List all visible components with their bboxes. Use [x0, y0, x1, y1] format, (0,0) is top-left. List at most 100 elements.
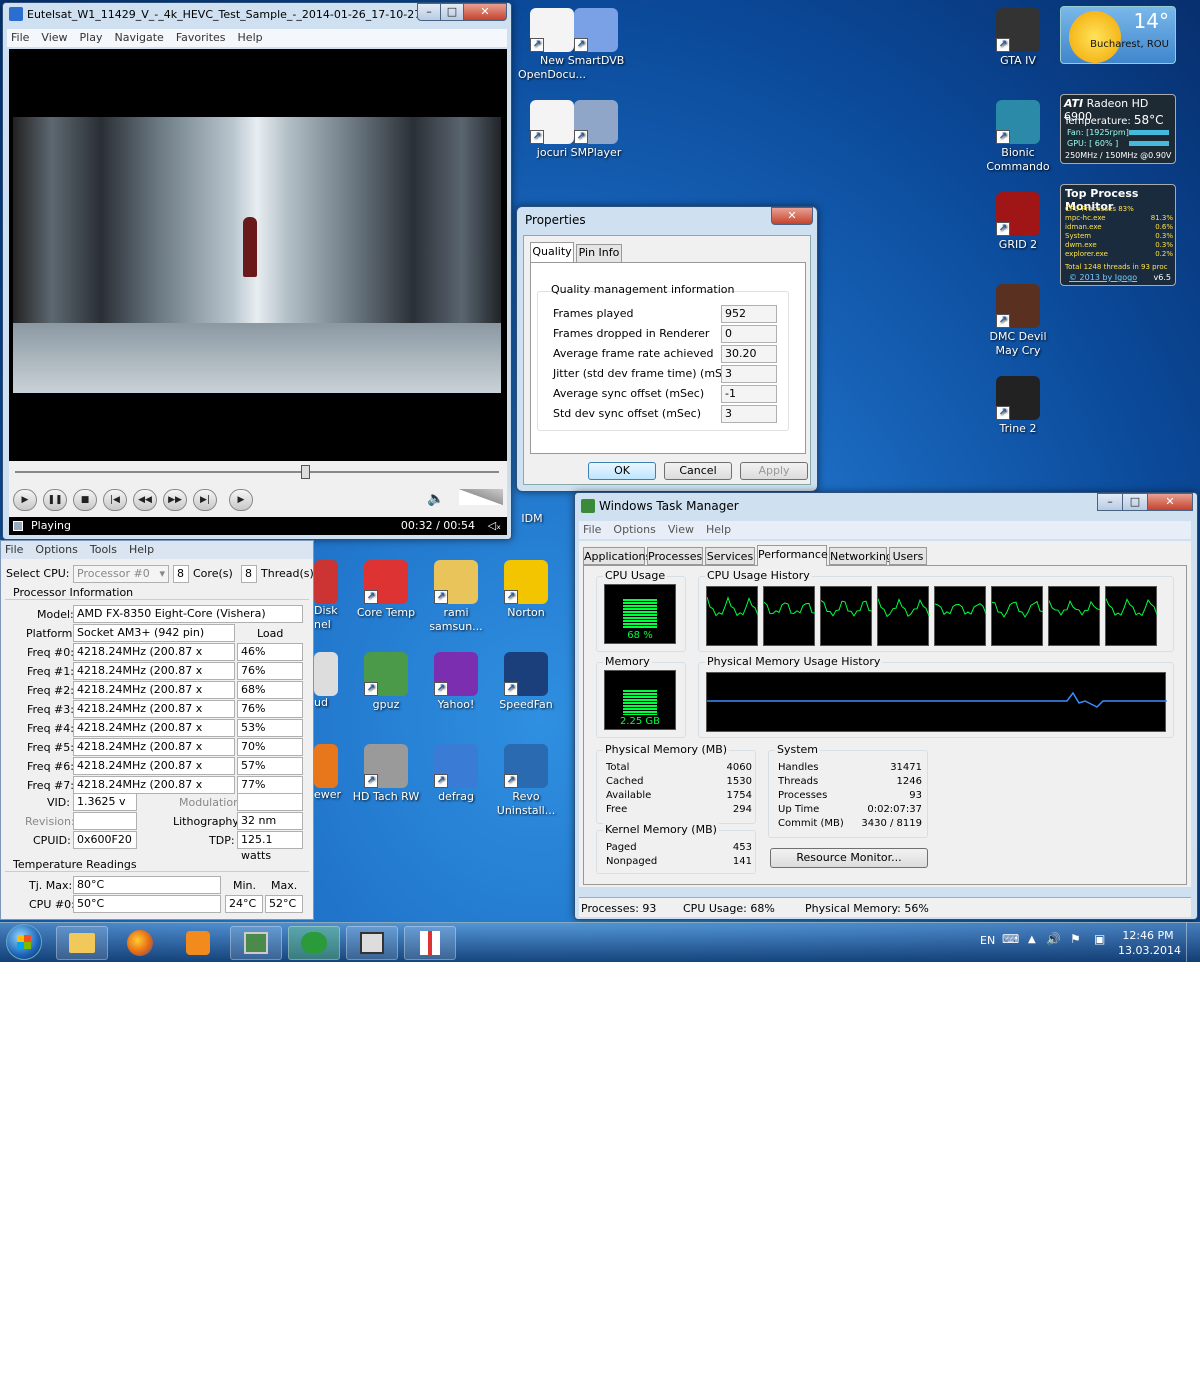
gpu-temp: 58°C	[1133, 113, 1164, 127]
stat-value: 1246	[896, 776, 922, 787]
desktop-icon[interactable]: ↗ Trine 2	[978, 376, 1058, 436]
tray-expand-icon[interactable]: ▲	[1028, 934, 1036, 945]
start-button[interactable]	[6, 924, 42, 960]
maximize-button[interactable]: □	[440, 3, 464, 21]
cancel-button[interactable]: Cancel	[664, 462, 732, 480]
media-player-window[interactable]: Eutelsat_W1_11429_V_-_4k_HEVC_Test_Sampl…	[2, 2, 512, 540]
desktop-icon[interactable]: ↗ Bionic Commando	[978, 100, 1058, 174]
partial-icon-disk[interactable]: Disk nel	[314, 560, 344, 632]
cpuz-taskbar-button[interactable]	[230, 926, 282, 960]
network-icon[interactable]: ▣	[1094, 932, 1105, 946]
menu-item[interactable]: View	[668, 523, 694, 536]
menu-item[interactable]: View	[41, 31, 67, 44]
keyboard-icon[interactable]: ⌨	[1002, 932, 1019, 946]
menu-item[interactable]: Navigate	[114, 31, 163, 44]
desktop-icon[interactable]: ↗ GTA IV	[978, 8, 1058, 68]
speaker-icon[interactable]: 🔈	[427, 491, 444, 507]
tpm-credit-link[interactable]: © 2013 by Igogo	[1069, 273, 1137, 282]
action-center-flag-icon[interactable]: ⚑	[1070, 932, 1081, 946]
task-manager-window[interactable]: Windows Task Manager – □ ✕ File Options Vi…	[574, 492, 1198, 920]
next-button[interactable]: ▶|	[193, 489, 217, 511]
cpuz-window[interactable]: File Options Tools Help Select CPU: Process…	[0, 540, 314, 920]
volume-tray-icon[interactable]: 🔊	[1046, 932, 1061, 946]
forward-button[interactable]: ▶▶	[163, 489, 187, 511]
tab-quality[interactable]: Quality	[530, 242, 574, 262]
menu-item[interactable]: Options	[613, 523, 655, 536]
menu-item[interactable]: Favorites	[176, 31, 226, 44]
desktop-icon[interactable]: ↗ defrag	[416, 744, 496, 804]
feed-taskbar-button[interactable]	[172, 926, 224, 960]
play-button[interactable]: ▶	[13, 489, 37, 511]
language-indicator[interactable]: EN	[980, 934, 995, 947]
desktop-icon[interactable]: ↗ Norton	[486, 560, 566, 620]
desktop-icon[interactable]: ↗ Yahoo!	[416, 652, 496, 712]
desktop-icon[interactable]: ↗ SMPlayer	[556, 100, 636, 160]
menu-item[interactable]: Tools	[90, 543, 117, 556]
select-cpu-label: Select CPU:	[6, 567, 70, 580]
frame-step-button[interactable]: ▶	[229, 489, 253, 511]
close-button[interactable]: ✕	[463, 3, 507, 21]
menu-item[interactable]: Help	[238, 31, 263, 44]
desktop-icon[interactable]: ↗ Core Temp	[346, 560, 426, 620]
desktop-icon[interactable]: ↗ HD Tach RW	[346, 744, 426, 804]
minimize-button[interactable]: –	[417, 3, 441, 21]
mpc-taskbar-button[interactable]	[346, 926, 398, 960]
apply-button[interactable]: Apply	[740, 462, 808, 480]
stat-value: 1754	[726, 790, 752, 801]
processor-select[interactable]: Processor #0 ▾	[73, 565, 169, 583]
firefox-taskbar-button[interactable]	[114, 926, 166, 960]
quality-row-value: 3	[721, 405, 777, 423]
top-process-gadget[interactable]: Top Process Monitor CPU Processes 83% mpc…	[1060, 184, 1176, 286]
cpu-core-trace	[877, 597, 930, 618]
gpu-gadget[interactable]: ATI Radeon HD 6900 Temperature: 58°C Fan…	[1060, 94, 1176, 164]
volume-slider[interactable]	[459, 489, 503, 505]
partial-icon-ud[interactable]: ud	[314, 652, 344, 710]
desktop-icon[interactable]: ↗ SmartDVB	[556, 8, 636, 68]
explorer-taskbar-button[interactable]	[56, 926, 108, 960]
taskmgr-minimize-button[interactable]: –	[1097, 493, 1123, 511]
ok-button[interactable]: OK	[588, 462, 656, 480]
pause-button[interactable]: ❚❚	[43, 489, 67, 511]
taskmgr-close-button[interactable]: ✕	[1147, 493, 1193, 511]
coretemp-taskbar-button[interactable]	[404, 926, 456, 960]
menu-item[interactable]: File	[11, 31, 29, 44]
desktop-icon[interactable]: ↗ gpuz	[346, 652, 426, 712]
tab-pin-info[interactable]: Pin Info	[576, 244, 622, 262]
clock[interactable]: 12:46 PM 13.03.2014	[1118, 928, 1181, 958]
desktop-icon-label: DMC Devil May Cry	[989, 330, 1047, 357]
menu-item[interactable]: Options	[35, 543, 77, 556]
show-desktop-button[interactable]	[1186, 922, 1200, 962]
menu-item[interactable]: Help	[129, 543, 154, 556]
resource-monitor-button[interactable]: Resource Monitor...	[770, 848, 928, 868]
taskmgr-tab[interactable]: Services	[705, 547, 755, 565]
rewind-button[interactable]: ◀◀	[133, 489, 157, 511]
video-frame	[13, 117, 501, 393]
desktop-icon[interactable]: ↗ GRID 2	[978, 192, 1058, 252]
taskmgr-tab[interactable]: Users	[889, 547, 927, 565]
properties-close-button[interactable]: ✕	[771, 207, 813, 225]
seek-track[interactable]	[15, 471, 499, 473]
menu-item[interactable]: Help	[706, 523, 731, 536]
partial-icon-idm[interactable]: IDM	[512, 512, 552, 526]
taskmgr-tab[interactable]: Applications	[583, 547, 651, 565]
desktop-icon[interactable]: ↗ Revo Uninstall...	[486, 744, 566, 818]
mute-icon[interactable]: ◁ₓ	[488, 517, 501, 535]
taskmgr-tab[interactable]: Performance	[757, 545, 828, 566]
properties-dialog[interactable]: Properties ✕ Quality Pin Info Quality ma…	[516, 206, 818, 492]
prev-button[interactable]: |◀	[103, 489, 127, 511]
taskmgr-tab[interactable]: Networking	[829, 547, 893, 565]
weather-gadget[interactable]: 14° Bucharest, ROU	[1060, 6, 1176, 64]
desktop-icon[interactable]: ↗ rami samsun...	[416, 560, 496, 634]
idm-taskbar-button[interactable]	[288, 926, 340, 960]
taskmgr-maximize-button[interactable]: □	[1122, 493, 1148, 511]
desktop-icon[interactable]: ↗ DMC Devil May Cry	[978, 284, 1058, 358]
menu-item[interactable]: File	[5, 543, 23, 556]
menu-item[interactable]: Play	[80, 31, 103, 44]
stop-button[interactable]: ■	[73, 489, 97, 511]
taskmgr-tab[interactable]: Processes	[647, 547, 703, 565]
seek-thumb[interactable]	[301, 465, 311, 479]
desktop-icon[interactable]: ↗ SpeedFan	[486, 652, 566, 712]
menu-item[interactable]: File	[583, 523, 601, 536]
partial-icon-ewer[interactable]: ewer	[314, 744, 344, 802]
video-area[interactable]	[9, 49, 507, 461]
